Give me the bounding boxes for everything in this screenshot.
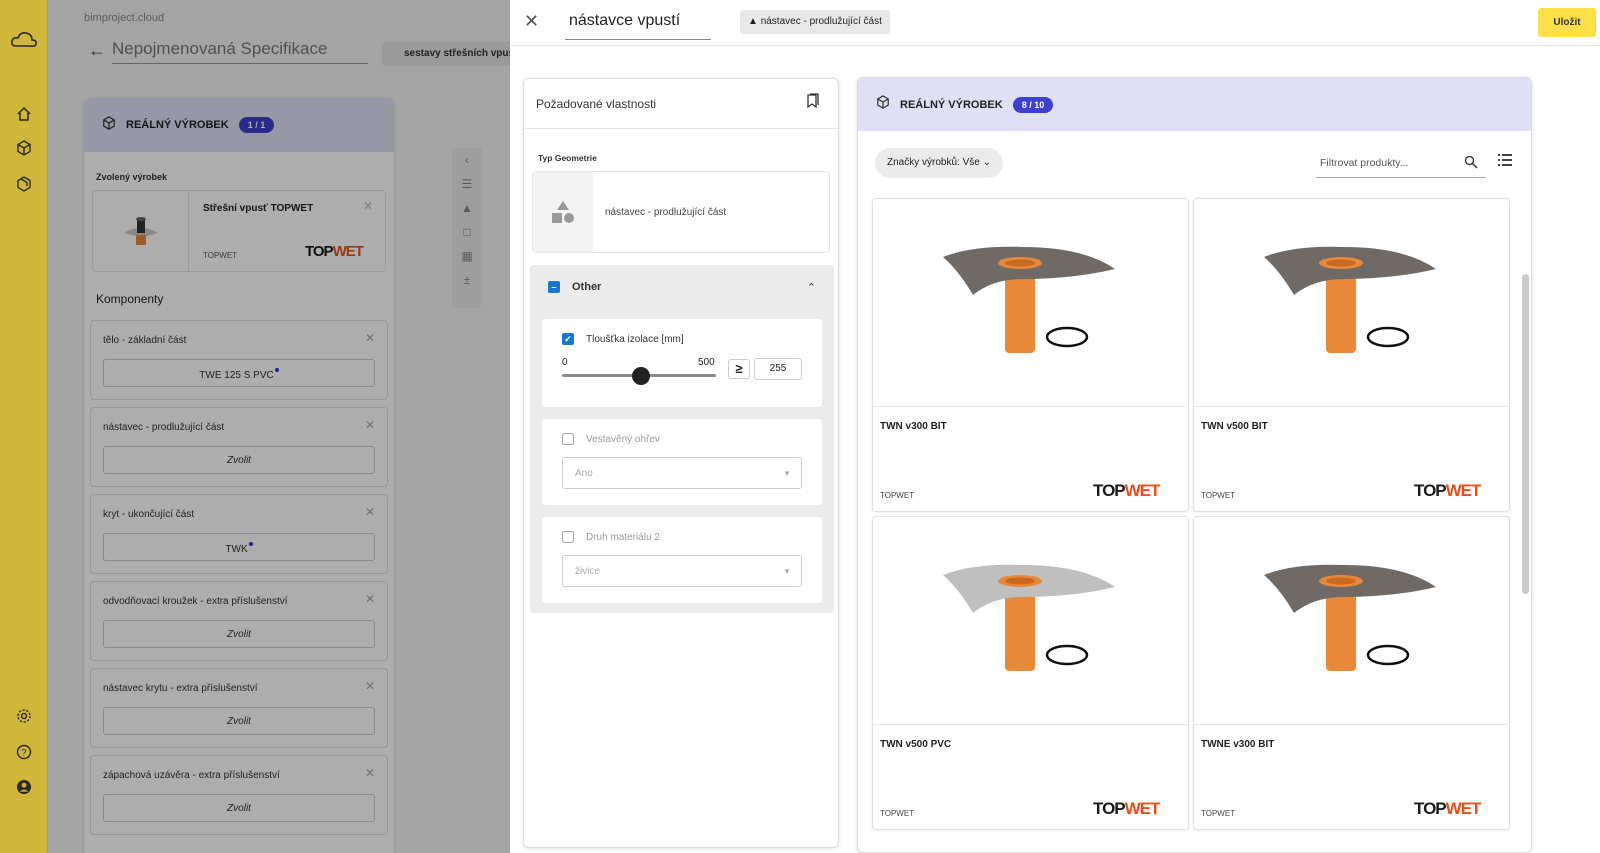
topwet-logo: TOPWET: [1093, 799, 1160, 818]
thickness-filter-card: ✓ Tloušťka izolace [mm] 0 500 ≥ 255: [542, 319, 822, 407]
bookmark-icon[interactable]: [806, 93, 820, 114]
material-row: Druh materiálu 2: [562, 531, 660, 543]
shapes-icon: ▲: [748, 16, 758, 27]
product-image: [1194, 517, 1509, 725]
product-card[interactable]: TWNE v300 BIT TOPWET TOPWET: [1193, 516, 1510, 830]
filter-panel-title: Požadované vlastnosti: [536, 96, 657, 111]
product-card[interactable]: TWN v500 BIT TOPWET TOPWET: [1193, 198, 1510, 512]
thickness-checkbox[interactable]: ✓: [562, 333, 574, 345]
product-card[interactable]: TWN v300 BIT TOPWET TOPWET: [872, 198, 1189, 512]
product-name: TWN v300 BIT: [880, 421, 947, 432]
geometry-type-value: nástavec - prodlužující část: [605, 207, 727, 218]
filter-panel: Požadované vlastnosti Typ Geometrie nást…: [523, 78, 839, 848]
product-card[interactable]: TWN v500 PVC TOPWET TOPWET: [872, 516, 1189, 830]
product-name: TWN v500 BIT: [1201, 421, 1268, 432]
group-checkbox[interactable]: –: [548, 281, 560, 293]
material-checkbox[interactable]: [562, 531, 574, 543]
expand-collapse-icon[interactable]: ⌃: [807, 281, 816, 294]
shapes-icon: [533, 172, 593, 252]
results-count-badge: 8 / 10: [1012, 96, 1054, 113]
heating-row: Vestavěný ohřev: [562, 433, 660, 445]
chevron-down-icon: ⌄: [982, 157, 991, 168]
product-brand: TOPWET: [1201, 491, 1236, 500]
geometry-type-label: Typ Geometrie: [538, 153, 597, 163]
filter-panel-header: Požadované vlastnosti: [524, 79, 838, 129]
topwet-logo: TOPWET: [1414, 799, 1481, 818]
rail-scrim: [0, 0, 48, 853]
slider-min: 0: [562, 357, 568, 368]
save-button[interactable]: Uložit: [1538, 8, 1596, 37]
product-results-panel: REÁLNÝ VÝROBEK 8 / 10 Značky výrobků: Vš…: [857, 77, 1532, 853]
product-dialog: ✕ nástavce vpustí ▲ nástavec - prodlužuj…: [510, 0, 1600, 853]
heating-checkbox[interactable]: [562, 433, 574, 445]
product-name: TWN v500 PVC: [880, 739, 952, 750]
product-brand: TOPWET: [880, 809, 915, 818]
thickness-slider-thumb[interactable]: [631, 367, 650, 385]
close-icon[interactable]: ✕: [524, 11, 539, 32]
heating-select[interactable]: Ano ▼: [562, 457, 802, 489]
product-image: [1194, 199, 1509, 407]
dropdown-arrow-icon: ▼: [783, 469, 791, 478]
material-select[interactable]: živice ▼: [562, 555, 802, 587]
topwet-logo: TOPWET: [1414, 481, 1481, 500]
thickness-value-input[interactable]: 255: [754, 358, 802, 380]
product-brand: TOPWET: [880, 491, 915, 500]
product-brand: TOPWET: [1201, 809, 1236, 818]
comparison-operator-button[interactable]: ≥: [728, 359, 750, 379]
property-group-other: – Other ⌃ ✓ Tloušťka izolace [mm] 0 500 …: [530, 265, 834, 613]
group-title: Other: [572, 281, 602, 293]
app-root: ? bimproject.cloud ← Nepojmenovaná Speci…: [0, 0, 1600, 853]
list-view-icon[interactable]: [1498, 154, 1512, 169]
product-search-input[interactable]: Filtrovat produkty...: [1316, 148, 1486, 178]
geometry-type-card[interactable]: nástavec - prodlužující část: [532, 171, 830, 253]
topwet-logo: TOPWET: [1093, 481, 1160, 500]
thickness-label: Tloušťka izolace [mm]: [586, 333, 684, 345]
slider-max: 500: [698, 357, 715, 368]
search-icon[interactable]: [1464, 155, 1478, 172]
material-filter-card: Druh materiálu 2 živice ▼: [542, 517, 822, 603]
dialog-header: ✕ nástavce vpustí ▲ nástavec - prodlužuj…: [510, 0, 1600, 46]
results-header: REÁLNÝ VÝROBEK 8 / 10: [858, 78, 1531, 131]
product-image: [873, 199, 1188, 407]
product-image: [873, 517, 1188, 725]
dialog-title[interactable]: nástavce vpustí: [565, 10, 711, 40]
heating-filter-card: Vestavěný ohřev Ano ▼: [542, 419, 822, 505]
material-label: Druh materiálu 2: [586, 531, 660, 543]
product-name: TWNE v300 BIT: [1201, 739, 1275, 750]
group-header[interactable]: – Other: [548, 281, 601, 293]
brand-filter-dropdown[interactable]: Značky výrobků: Vše ⌄: [875, 148, 1003, 178]
thickness-row: ✓ Tloušťka izolace [mm]: [562, 333, 684, 345]
results-title: REÁLNÝ VÝROBEK: [900, 98, 1003, 111]
results-scrollbar[interactable]: [1522, 274, 1529, 594]
geometry-chip: ▲ nástavec - prodlužující část: [740, 10, 890, 34]
modal-scrim[interactable]: [48, 0, 520, 853]
dropdown-arrow-icon: ▼: [783, 567, 791, 576]
product-cube-icon: [876, 95, 890, 114]
heating-label: Vestavěný ohřev: [586, 433, 660, 445]
